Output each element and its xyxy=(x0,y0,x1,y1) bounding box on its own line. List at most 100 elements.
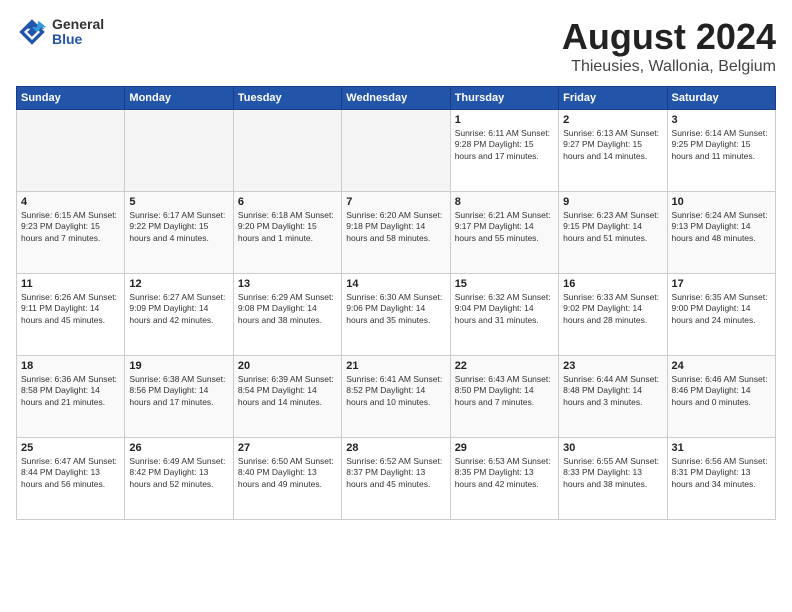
col-thursday: Thursday xyxy=(450,87,558,110)
day-info: Sunrise: 6:24 AM Sunset: 9:13 PM Dayligh… xyxy=(672,210,771,244)
table-row: 29 Sunrise: 6:53 AM Sunset: 8:35 PM Dayli… xyxy=(450,438,558,520)
day-info: Sunrise: 6:36 AM Sunset: 8:58 PM Dayligh… xyxy=(21,374,120,408)
header: General Blue August 2024 Thieusies, Wall… xyxy=(16,16,776,76)
day-number: 12 xyxy=(129,278,228,290)
col-sunday: Sunday xyxy=(17,87,125,110)
day-info: Sunrise: 6:32 AM Sunset: 9:04 PM Dayligh… xyxy=(455,292,554,326)
calendar-table: Sunday Monday Tuesday Wednesday Thursday… xyxy=(16,86,776,520)
day-number: 27 xyxy=(238,442,337,454)
logo-general-text: General xyxy=(52,17,104,32)
day-number: 29 xyxy=(455,442,554,454)
day-info: Sunrise: 6:38 AM Sunset: 8:56 PM Dayligh… xyxy=(129,374,228,408)
day-number: 26 xyxy=(129,442,228,454)
table-row: 19Sunrise: 6:38 AM Sunset: 8:56 PM Dayli… xyxy=(125,356,233,438)
day-info: Sunrise: 6:23 AM Sunset: 9:15 PM Dayligh… xyxy=(563,210,662,244)
day-number: 22 xyxy=(455,360,554,372)
day-number: 21 xyxy=(346,360,445,372)
table-row: 17Sunrise: 6:35 AM Sunset: 9:00 PM Dayli… xyxy=(667,274,775,356)
day-number: 8 xyxy=(455,196,554,208)
table-row: 21 Sunrise: 6:41 AM Sunset: 8:52 PM Dayli… xyxy=(342,356,450,438)
day-info: Sunrise: 6:18 AM Sunset: 9:20 PM Dayligh… xyxy=(238,210,337,244)
table-row: 23 Sunrise: 6:44 AM Sunset: 8:48 PM Dayli… xyxy=(559,356,667,438)
table-row xyxy=(125,110,233,192)
day-number: 4 xyxy=(21,196,120,208)
table-row: 22Sunrise: 6:43 AM Sunset: 8:50 PM Dayli… xyxy=(450,356,558,438)
calendar-week-row: 4 Sunrise: 6:15 AM Sunset: 9:23 PM Daylig… xyxy=(17,192,776,274)
day-number: 25 xyxy=(21,442,120,454)
day-number: 20 xyxy=(238,360,337,372)
day-info: Sunrise: 6:47 AM Sunset: 8:44 PM Dayligh… xyxy=(21,456,120,490)
day-info: Sunrise: 6:53 AM Sunset: 8:35 PM Dayligh… xyxy=(455,456,554,490)
table-row: 18Sunrise: 6:36 AM Sunset: 8:58 PM Dayli… xyxy=(17,356,125,438)
table-row: 1Sunrise: 6:11 AM Sunset: 9:28 PM Daylig… xyxy=(450,110,558,192)
day-info: Sunrise: 6:33 AM Sunset: 9:02 PM Dayligh… xyxy=(563,292,662,326)
day-number: 11 xyxy=(21,278,120,290)
table-row: 25 Sunrise: 6:47 AM Sunset: 8:44 PM Dayli… xyxy=(17,438,125,520)
day-info: Sunrise: 6:50 AM Sunset: 8:40 PM Dayligh… xyxy=(238,456,337,490)
day-number: 15 xyxy=(455,278,554,290)
table-row: 20 Sunrise: 6:39 AM Sunset: 8:54 PM Dayli… xyxy=(233,356,341,438)
day-number: 7 xyxy=(346,196,445,208)
table-row: 31 Sunrise: 6:56 AM Sunset: 8:31 PM Dayli… xyxy=(667,438,775,520)
day-number: 31 xyxy=(672,442,771,454)
table-row: 6 Sunrise: 6:18 AM Sunset: 9:20 PM Daylig… xyxy=(233,192,341,274)
page-container: General Blue August 2024 Thieusies, Wall… xyxy=(0,0,792,612)
calendar-body: 1Sunrise: 6:11 AM Sunset: 9:28 PM Daylig… xyxy=(17,110,776,520)
day-info: Sunrise: 6:17 AM Sunset: 9:22 PM Dayligh… xyxy=(129,210,228,244)
table-row: 12 Sunrise: 6:27 AM Sunset: 9:09 PM Dayli… xyxy=(125,274,233,356)
table-row: 11 Sunrise: 6:26 AM Sunset: 9:11 PM Dayli… xyxy=(17,274,125,356)
table-row xyxy=(17,110,125,192)
table-row: 30Sunrise: 6:55 AM Sunset: 8:33 PM Dayli… xyxy=(559,438,667,520)
day-number: 5 xyxy=(129,196,228,208)
table-row: 8 Sunrise: 6:21 AM Sunset: 9:17 PM Daylig… xyxy=(450,192,558,274)
day-number: 6 xyxy=(238,196,337,208)
calendar-week-row: 18Sunrise: 6:36 AM Sunset: 8:58 PM Dayli… xyxy=(17,356,776,438)
col-tuesday: Tuesday xyxy=(233,87,341,110)
calendar-week-row: 25 Sunrise: 6:47 AM Sunset: 8:44 PM Dayli… xyxy=(17,438,776,520)
col-wednesday: Wednesday xyxy=(342,87,450,110)
day-number: 23 xyxy=(563,360,662,372)
logo: General Blue xyxy=(16,16,104,48)
day-info: Sunrise: 6:46 AM Sunset: 8:46 PM Dayligh… xyxy=(672,374,771,408)
logo-text: General Blue xyxy=(52,17,104,48)
day-info: Sunrise: 6:15 AM Sunset: 9:23 PM Dayligh… xyxy=(21,210,120,244)
day-info: Sunrise: 6:27 AM Sunset: 9:09 PM Dayligh… xyxy=(129,292,228,326)
header-row: Sunday Monday Tuesday Wednesday Thursday… xyxy=(17,87,776,110)
table-row: 16Sunrise: 6:33 AM Sunset: 9:02 PM Dayli… xyxy=(559,274,667,356)
table-row: 7 Sunrise: 6:20 AM Sunset: 9:18 PM Daylig… xyxy=(342,192,450,274)
day-info: Sunrise: 6:44 AM Sunset: 8:48 PM Dayligh… xyxy=(563,374,662,408)
table-row: 26Sunrise: 6:49 AM Sunset: 8:42 PM Dayli… xyxy=(125,438,233,520)
day-number: 28 xyxy=(346,442,445,454)
month-year-title: August 2024 xyxy=(562,16,776,58)
day-info: Sunrise: 6:26 AM Sunset: 9:11 PM Dayligh… xyxy=(21,292,120,326)
col-saturday: Saturday xyxy=(667,87,775,110)
table-row: 28Sunrise: 6:52 AM Sunset: 8:37 PM Dayli… xyxy=(342,438,450,520)
logo-blue-text: Blue xyxy=(52,32,104,47)
day-info: Sunrise: 6:56 AM Sunset: 8:31 PM Dayligh… xyxy=(672,456,771,490)
table-row xyxy=(233,110,341,192)
location-text: Thieusies, Wallonia, Belgium xyxy=(562,58,776,76)
calendar-week-row: 1Sunrise: 6:11 AM Sunset: 9:28 PM Daylig… xyxy=(17,110,776,192)
day-info: Sunrise: 6:13 AM Sunset: 9:27 PM Dayligh… xyxy=(563,128,662,162)
day-number: 13 xyxy=(238,278,337,290)
day-number: 1 xyxy=(455,114,554,126)
calendar-week-row: 11 Sunrise: 6:26 AM Sunset: 9:11 PM Dayli… xyxy=(17,274,776,356)
day-info: Sunrise: 6:29 AM Sunset: 9:08 PM Dayligh… xyxy=(238,292,337,326)
day-info: Sunrise: 6:41 AM Sunset: 8:52 PM Dayligh… xyxy=(346,374,445,408)
table-row: 15 Sunrise: 6:32 AM Sunset: 9:04 PM Dayli… xyxy=(450,274,558,356)
day-info: Sunrise: 6:39 AM Sunset: 8:54 PM Dayligh… xyxy=(238,374,337,408)
day-number: 10 xyxy=(672,196,771,208)
col-friday: Friday xyxy=(559,87,667,110)
calendar-header: Sunday Monday Tuesday Wednesday Thursday… xyxy=(17,87,776,110)
day-number: 14 xyxy=(346,278,445,290)
day-info: Sunrise: 6:20 AM Sunset: 9:18 PM Dayligh… xyxy=(346,210,445,244)
day-number: 24 xyxy=(672,360,771,372)
table-row xyxy=(342,110,450,192)
col-monday: Monday xyxy=(125,87,233,110)
day-info: Sunrise: 6:21 AM Sunset: 9:17 PM Dayligh… xyxy=(455,210,554,244)
table-row: 27 Sunrise: 6:50 AM Sunset: 8:40 PM Dayli… xyxy=(233,438,341,520)
table-row: 9 Sunrise: 6:23 AM Sunset: 9:15 PM Daylig… xyxy=(559,192,667,274)
day-number: 9 xyxy=(563,196,662,208)
day-info: Sunrise: 6:35 AM Sunset: 9:00 PM Dayligh… xyxy=(672,292,771,326)
table-row: 5 Sunrise: 6:17 AM Sunset: 9:22 PM Daylig… xyxy=(125,192,233,274)
